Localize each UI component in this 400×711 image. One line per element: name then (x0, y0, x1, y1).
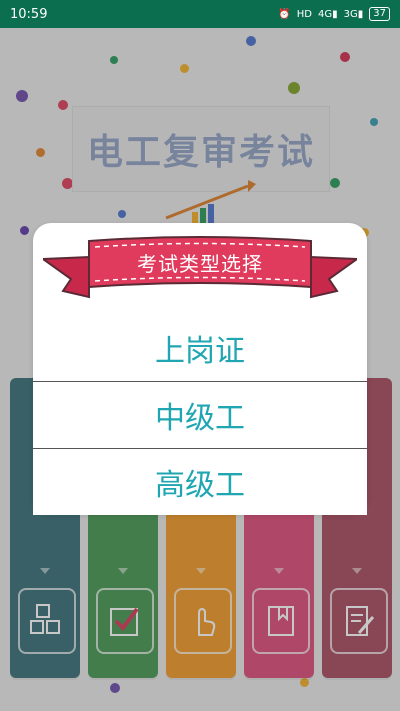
3g-label: 3G (343, 8, 358, 20)
exam-type-dialog: 考试类型选择 上岗证 中级工 高级工 (33, 223, 367, 515)
hd-icon: HD (296, 8, 312, 20)
option-gaoji[interactable]: 高级工 (33, 448, 367, 515)
dialog-title: 考试类型选择 (137, 251, 263, 276)
dialog-title-ribbon: 考试类型选择 (43, 231, 357, 301)
option-shanggang[interactable]: 上岗证 (33, 315, 367, 381)
status-icons: ⏰ HD 4G▮ 3G▮ 37 (278, 7, 390, 21)
3g-signal-icon: 3G▮ (343, 8, 364, 20)
battery-icon: 37 (369, 7, 390, 21)
exam-type-options: 上岗证 中级工 高级工 (33, 315, 367, 515)
alarm-icon: ⏰ (278, 8, 291, 20)
battery-level: 37 (373, 8, 386, 19)
4g-label: 4G (317, 8, 333, 20)
option-zhongji[interactable]: 中级工 (33, 381, 367, 448)
status-bar: 10:59 ⏰ HD 4G▮ 3G▮ 37 (0, 0, 400, 28)
status-time: 10:59 (10, 6, 48, 22)
4g-signal-icon: 4G▮ (317, 8, 338, 20)
